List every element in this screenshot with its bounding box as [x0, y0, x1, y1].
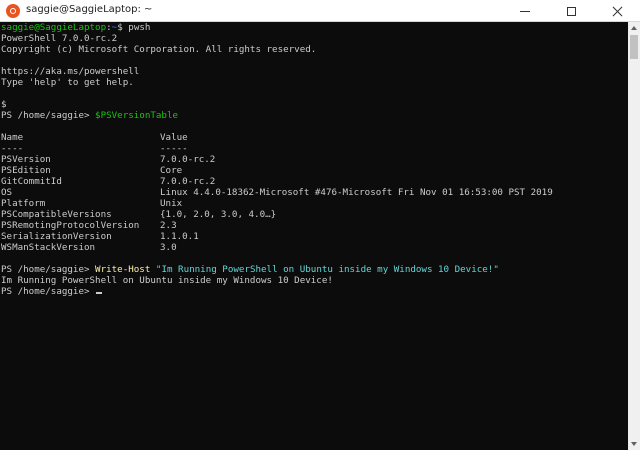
minimize-button[interactable] — [502, 0, 548, 22]
close-button[interactable] — [594, 0, 640, 22]
command-string-argument: "Im Running PowerShell on Ubuntu inside … — [155, 264, 499, 275]
title-bar[interactable]: saggie@SaggieLaptop: ~ — [0, 0, 640, 22]
row-value: Linux 4.4.0-18362-Microsoft #476-Microso… — [160, 187, 553, 198]
bash-prompt-user: saggie@SaggieLaptop — [1, 22, 107, 33]
ps-prompt: PS /home/saggie> — [1, 110, 96, 121]
row-name: PSRemotingProtocolVersion — [1, 220, 140, 231]
banner-version: PowerShell 7.0.0-rc.2 — [1, 33, 118, 44]
close-icon — [612, 6, 623, 17]
chevron-up-icon — [631, 26, 637, 30]
bash-prompt-line: saggie@SaggieLaptop:~$ pwsh — [1, 22, 150, 33]
ps-prompt-line-1: PS /home/saggie> $PSVersionTable — [1, 110, 178, 121]
row-value: 2.3 — [160, 220, 177, 231]
row-value: {1.0, 2.0, 3.0, 4.0…} — [160, 209, 277, 220]
vertical-scrollbar[interactable] — [628, 22, 640, 450]
row-name: WSManStackVersion — [1, 242, 96, 253]
bash-command: pwsh — [128, 22, 151, 33]
ps-prompt-line-3: PS /home/saggie> — [1, 286, 103, 297]
scroll-up-button[interactable] — [628, 22, 640, 34]
chevron-down-icon — [631, 442, 637, 446]
row-value: 7.0.0-rc.2 — [160, 154, 216, 165]
terminal-window: saggie@SaggieLaptop: ~ saggie@SaggieLapt… — [0, 0, 640, 450]
maximize-icon — [566, 6, 576, 16]
row-value: 7.0.0-rc.2 — [160, 176, 216, 187]
row-name: OS — [1, 187, 13, 198]
row-value: Core — [160, 165, 183, 176]
row-value: 1.1.0.1 — [160, 231, 199, 242]
write-host-output: Im Running PowerShell on Ubuntu inside m… — [1, 275, 333, 286]
banner-copyright: Copyright (c) Microsoft Corporation. All… — [1, 44, 317, 55]
scroll-down-button[interactable] — [628, 438, 640, 450]
row-name: PSVersion — [1, 154, 51, 165]
table-header-name: Name — [1, 132, 24, 143]
row-value: 3.0 — [160, 242, 177, 253]
window-title: saggie@SaggieLaptop: ~ — [26, 4, 153, 15]
maximize-button[interactable] — [548, 0, 594, 22]
row-name: PSEdition — [1, 165, 51, 176]
row-name: SerializationVersion — [1, 231, 112, 242]
ps-prompt: PS /home/saggie> — [1, 286, 96, 297]
scrollbar-thumb[interactable] — [630, 35, 638, 59]
terminal-output[interactable]: saggie@SaggieLaptop:~$ pwsh PowerShell 7… — [0, 22, 628, 450]
table-header-value: Value — [160, 132, 188, 143]
row-name: Platform — [1, 198, 46, 209]
bash-prompt-end: $ — [117, 22, 129, 33]
text-cursor — [96, 292, 103, 294]
row-value: Unix — [160, 198, 183, 209]
command-psversiontable: $PSVersionTable — [95, 110, 179, 121]
banner-help: Type 'help' to get help. — [1, 77, 134, 88]
table-rule-value: ----- — [160, 143, 188, 154]
row-name: GitCommitId — [1, 176, 62, 187]
table-rule-name: ---- — [1, 143, 24, 154]
stray-prompt-line: $ — [1, 99, 7, 110]
ps-prompt-line-2: PS /home/saggie> Write-Host "Im Running … — [1, 264, 499, 275]
ps-prompt: PS /home/saggie> — [1, 264, 96, 275]
command-write-host: Write-Host — [95, 264, 151, 275]
banner-url: https://aka.ms/powershell — [1, 66, 140, 77]
ubuntu-icon[interactable] — [6, 4, 20, 18]
row-name: PSCompatibleVersions — [1, 209, 112, 220]
minimize-icon — [520, 10, 530, 12]
